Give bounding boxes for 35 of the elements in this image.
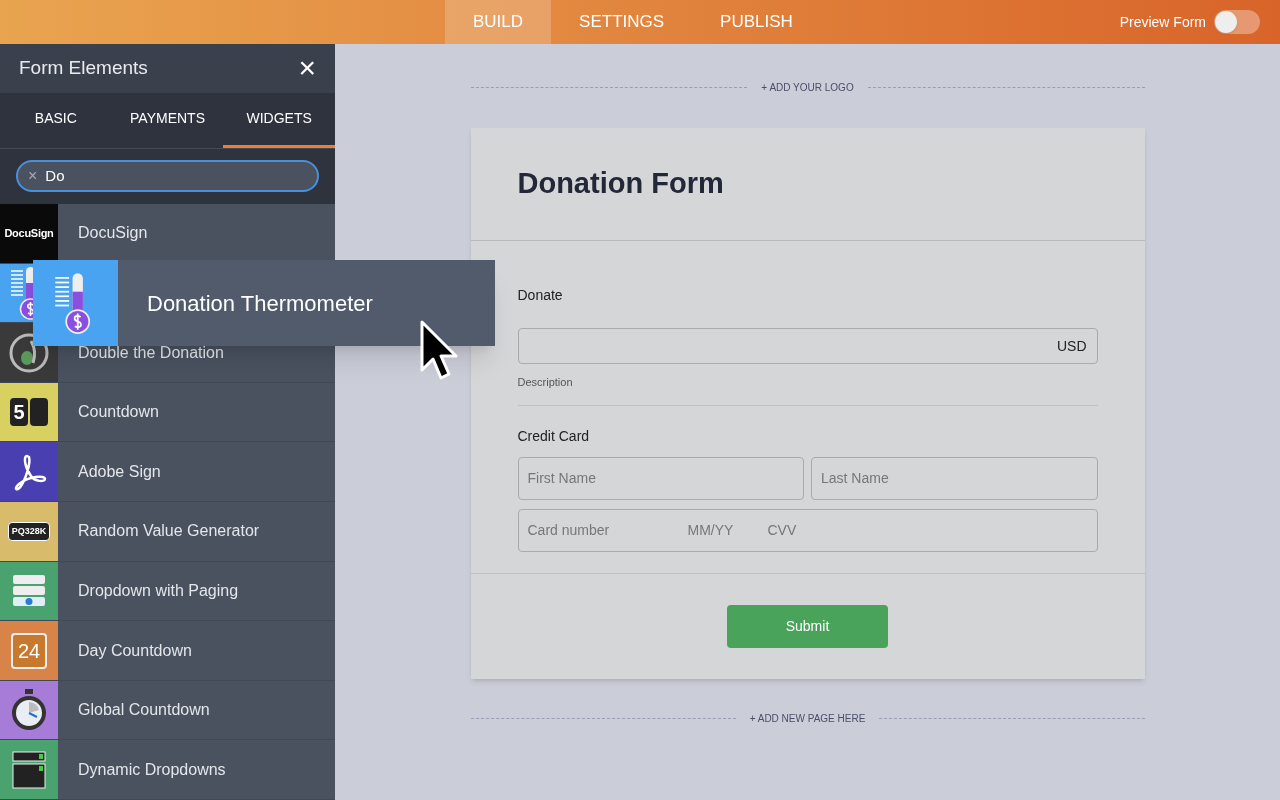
field-label: Donate — [517, 286, 564, 305]
widget-item[interactable]: Day Countdown — [78, 642, 192, 659]
dragged-widget[interactable]: Donation Thermometer — [33, 260, 495, 346]
code-display-icon: PQ328K — [0, 502, 58, 561]
add-logo-link[interactable]: + ADD YOUR LOGO — [761, 80, 854, 95]
search-input[interactable]: Do — [45, 165, 307, 188]
field-label: Credit Card — [517, 426, 591, 446]
pointer-cursor-icon — [420, 320, 460, 382]
widget-item[interactable]: Dropdown with Paging — [78, 582, 239, 599]
sidebar-tab[interactable]: PAYMENTS — [111, 92, 224, 148]
search-bar[interactable]: × Do — [16, 160, 319, 193]
widget-item[interactable]: DocuSign — [78, 225, 148, 242]
preview-toggle[interactable] — [1214, 10, 1260, 34]
amount-field[interactable]: USD — [517, 328, 1098, 364]
clear-search-button[interactable]: × — [28, 164, 38, 189]
flip-clock-icon: 5 — [0, 382, 58, 442]
sidebar-tab[interactable]: BASIC — [0, 92, 112, 148]
currency-label: USD — [1056, 336, 1087, 356]
card-field[interactable]: Card number MM/YY CVV — [517, 508, 1098, 552]
sidebar-title: Form Elements — [19, 56, 148, 81]
widget-item[interactable]: Random Value Generator — [78, 523, 260, 540]
widget-item[interactable]: Double the Donation — [78, 344, 224, 361]
close-button[interactable]: × — [298, 53, 316, 84]
preview-label: Preview Form — [1119, 12, 1206, 32]
widget-item[interactable]: Dynamic Dropdowns — [78, 761, 226, 778]
field-sublabel: Description — [517, 375, 574, 390]
calendar-icon: 24 — [0, 621, 58, 680]
add-page-link[interactable]: + ADD NEW PAGE HERE — [749, 710, 866, 726]
widget-item[interactable]: Adobe Sign — [78, 463, 161, 480]
last-name-field[interactable]: Last Name — [811, 456, 1098, 500]
form-title: Donation Form — [517, 166, 724, 202]
widget-item[interactable]: Global Countdown — [78, 702, 210, 719]
widget-item[interactable]: Countdown — [78, 404, 159, 421]
first-name-field[interactable]: First Name — [517, 456, 804, 500]
docusign-logo-icon: DocuSign — [0, 204, 58, 263]
